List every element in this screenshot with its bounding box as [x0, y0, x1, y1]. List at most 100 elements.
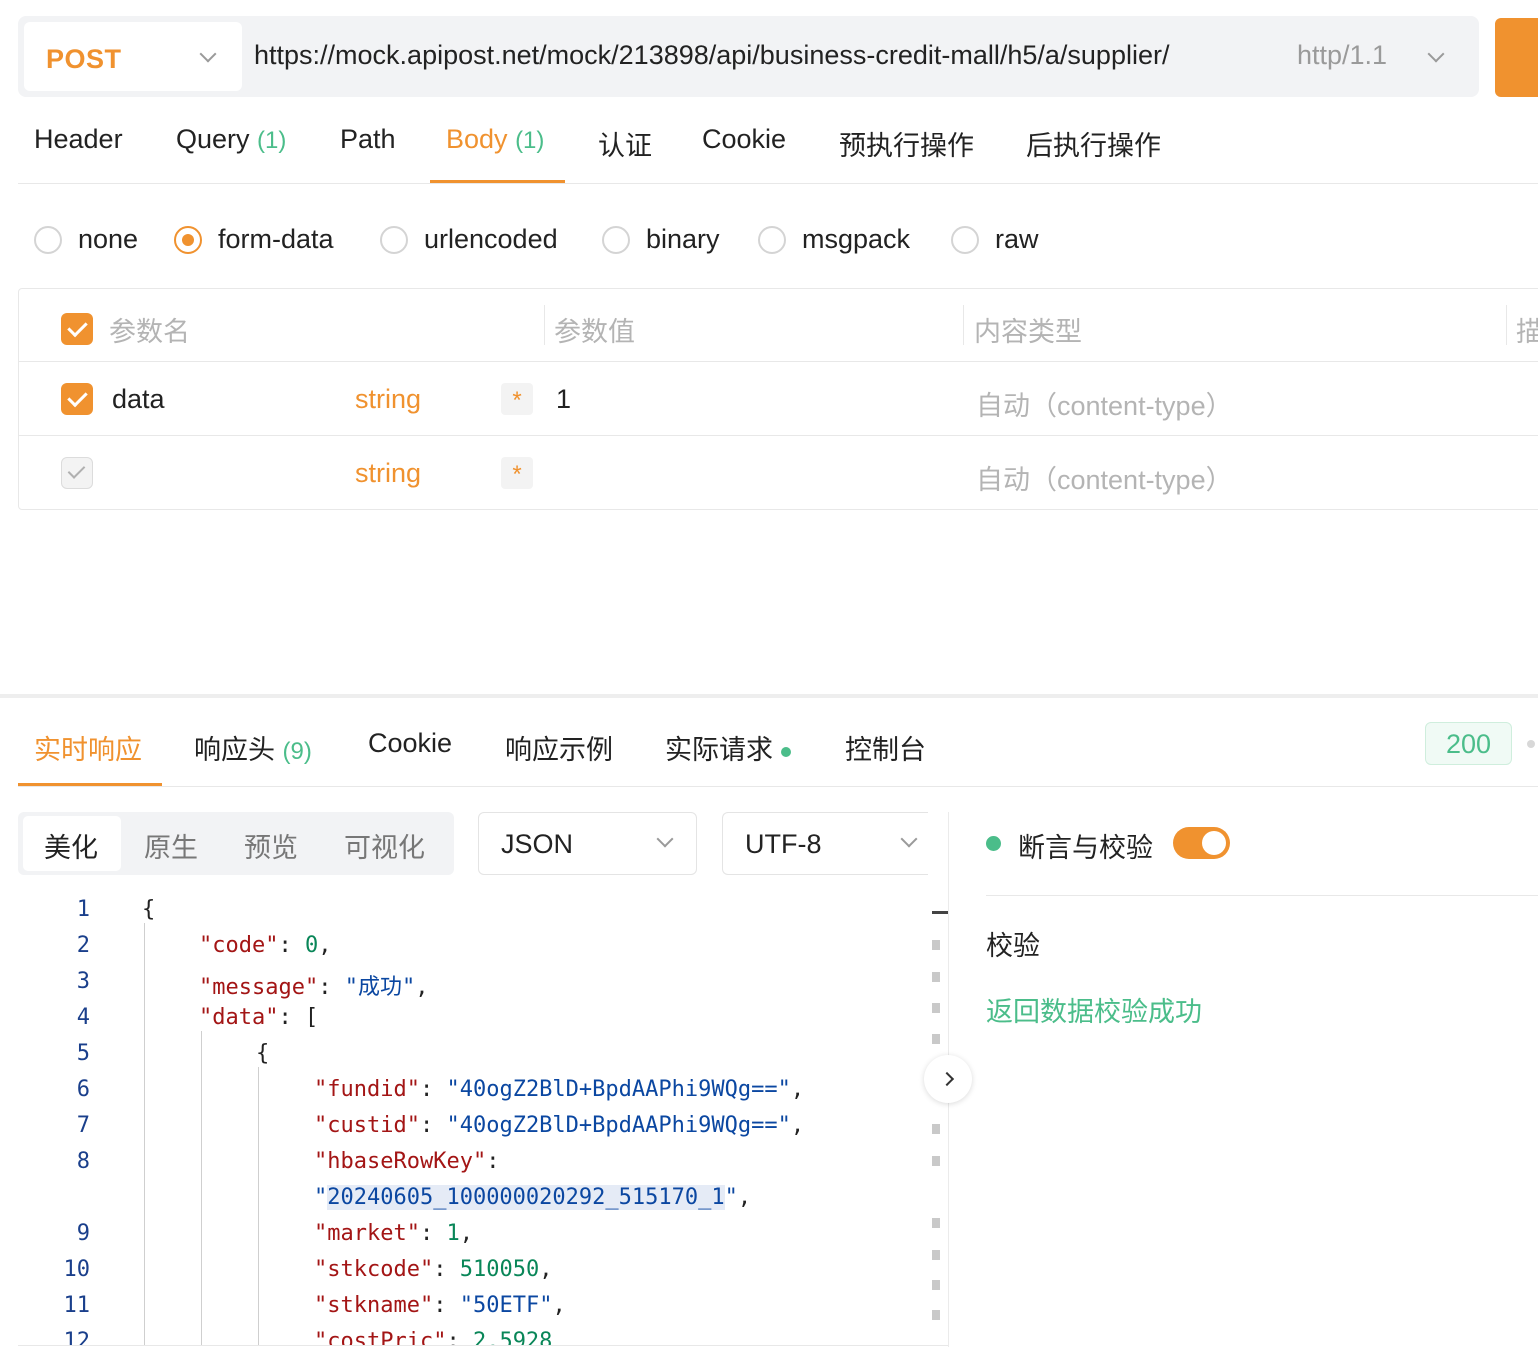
radio-none[interactable]	[34, 226, 62, 254]
url-bar: POST https://mock.apipost.net/mock/21389…	[18, 16, 1479, 97]
pane-splitter[interactable]	[0, 694, 1538, 698]
radio-binary[interactable]	[602, 226, 630, 254]
code-line: {	[256, 1041, 270, 1066]
tab-actual-request[interactable]: 实际请求	[665, 728, 791, 767]
response-tabs: 实时响应 响应头 (9) Cookie 响应示例 实际请求 控制台	[18, 700, 1538, 787]
table-header-row: 参数名 参数值 内容类型 描	[19, 289, 1538, 362]
row-checkbox[interactable]	[61, 383, 93, 415]
table-row: string * 自动（content-type）	[19, 436, 1538, 510]
send-button[interactable]	[1495, 18, 1538, 97]
status-dot	[781, 746, 791, 757]
encoding-select-value: UTF-8	[745, 829, 822, 859]
radio-raw[interactable]	[951, 226, 979, 254]
param-type-select[interactable]: string	[355, 458, 421, 489]
radio-label: msgpack	[802, 224, 911, 254]
tab-live-response[interactable]: 实时响应	[34, 728, 142, 767]
ruler-mark	[932, 1250, 940, 1260]
code-line: "stkcode": 510050,	[314, 1257, 553, 1282]
scrollbar-thumb[interactable]	[932, 911, 948, 914]
tab-body[interactable]: Body (1)	[446, 124, 544, 155]
divider	[18, 1345, 948, 1346]
chevron-down-icon	[900, 830, 918, 848]
tab-console[interactable]: 控制台	[845, 728, 926, 767]
code-line: "message": "成功",	[199, 975, 429, 1000]
code-line: "data": [	[199, 1005, 319, 1030]
radio-label: raw	[995, 224, 1039, 254]
tab-response-cookie[interactable]: Cookie	[368, 728, 452, 759]
ruler-mark	[932, 1218, 940, 1228]
ruler-mark	[932, 1124, 940, 1134]
tab-auth[interactable]: 认证	[598, 124, 652, 163]
radio-form-data[interactable]	[174, 226, 202, 254]
radio-msgpack[interactable]	[758, 226, 786, 254]
radio-label: none	[78, 224, 139, 254]
tab-post-request[interactable]: 后执行操作	[1026, 124, 1161, 163]
code-line: "costPric": 2.5928	[314, 1329, 553, 1345]
column-divider[interactable]	[963, 305, 964, 345]
tab-header[interactable]: Header	[34, 124, 123, 155]
code-line-wrapped: "20240605_100000020292_515170_1",	[314, 1185, 752, 1210]
ruler-mark	[932, 1280, 940, 1290]
chevron-down-icon	[1427, 45, 1445, 63]
column-divider[interactable]	[544, 305, 545, 345]
view-visualize[interactable]: 可视化	[344, 826, 425, 865]
content-type-input[interactable]: 自动（content-type）	[976, 458, 1233, 497]
line-number: 3	[76, 969, 90, 994]
view-raw[interactable]: 原生	[144, 826, 198, 865]
tab-pre-request[interactable]: 预执行操作	[839, 124, 974, 163]
view-pretty[interactable]: 美化	[44, 826, 98, 865]
expand-panel-button[interactable]	[924, 1055, 972, 1103]
column-divider[interactable]	[1506, 305, 1507, 345]
column-header: 内容类型	[974, 317, 1082, 347]
column-header: 参数值	[554, 317, 635, 347]
status-badge: 200	[1425, 722, 1512, 765]
tab-cookie[interactable]: Cookie	[702, 124, 786, 155]
line-number: 4	[76, 1005, 90, 1030]
code-line: "custid": "40ogZ2BlD+BpdAAPhi9WQg==",	[314, 1113, 805, 1138]
request-tabs: Header Query (1) Path Body (1) 认证 Cookie…	[18, 100, 1538, 184]
ruler-mark	[932, 1003, 940, 1013]
response-code-editor[interactable]: 1 { 2 "code": 0, 3 "message": "成功", 4 "d…	[18, 893, 936, 1345]
tab-query[interactable]: Query (1)	[176, 124, 286, 155]
line-number: 7	[76, 1113, 90, 1138]
radio-urlencoded[interactable]	[380, 226, 408, 254]
more-dot	[1527, 740, 1535, 748]
line-number: 8	[76, 1149, 90, 1174]
selected-text: 20240605_100000020292_515170_1	[327, 1185, 725, 1210]
tab-path[interactable]: Path	[340, 124, 396, 155]
radio-label: form-data	[218, 224, 334, 254]
required-toggle[interactable]: *	[501, 457, 533, 489]
tab-response-example[interactable]: 响应示例	[505, 728, 613, 767]
method-select[interactable]: POST	[24, 22, 242, 91]
protocol-select[interactable]: http/1.1	[1297, 40, 1387, 71]
view-preview[interactable]: 预览	[244, 826, 298, 865]
param-name-input[interactable]: data	[112, 384, 165, 415]
format-select[interactable]: JSON	[478, 812, 697, 875]
method-label: POST	[46, 44, 122, 74]
url-input[interactable]: https://mock.apipost.net/mock/213898/api…	[254, 40, 1258, 71]
radio-label: urlencoded	[424, 224, 558, 254]
code-line: "code": 0,	[199, 933, 332, 958]
ruler-mark	[932, 1034, 940, 1044]
params-table: 参数名 参数值 内容类型 描 data string * 1 自动（conten…	[18, 288, 1538, 510]
row-checkbox[interactable]	[61, 457, 93, 489]
encoding-select[interactable]: UTF-8	[722, 812, 928, 875]
code-line: "fundid": "40ogZ2BlD+BpdAAPhi9WQg==",	[314, 1077, 805, 1102]
verify-section-title: 校验	[986, 931, 1040, 961]
tab-response-headers[interactable]: 响应头 (9)	[194, 728, 312, 767]
indent-guide	[201, 1031, 202, 1345]
assertion-toggle[interactable]	[1173, 827, 1230, 859]
ruler-mark	[932, 940, 940, 950]
table-row: data string * 1 自动（content-type）	[19, 362, 1538, 436]
view-mode-segment: 美化 原生 预览 可视化	[18, 812, 454, 875]
param-type-select[interactable]: string	[355, 384, 421, 415]
line-number: 9	[76, 1221, 90, 1246]
column-header: 参数名	[109, 317, 190, 347]
chevron-down-icon	[656, 830, 674, 848]
param-value-input[interactable]: 1	[556, 384, 571, 415]
select-all-checkbox[interactable]	[61, 313, 93, 345]
assertion-status-dot	[986, 836, 1001, 851]
required-toggle[interactable]: *	[501, 383, 533, 415]
line-number: 10	[63, 1257, 91, 1282]
content-type-input[interactable]: 自动（content-type）	[976, 384, 1233, 423]
